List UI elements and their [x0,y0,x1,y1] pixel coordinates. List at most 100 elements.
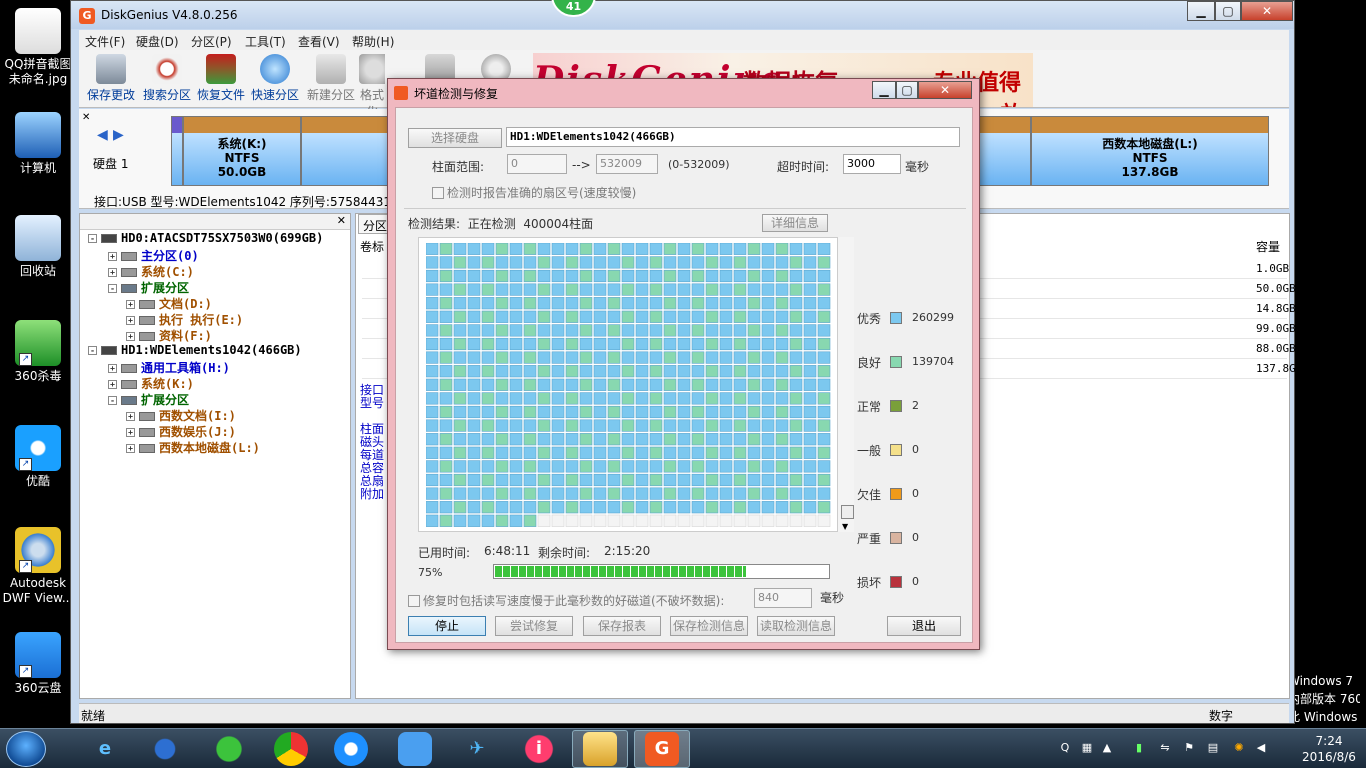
expand-icon[interactable]: + [126,444,135,453]
tree-node[interactable]: + 通用工具箱(H:) [108,359,230,376]
dialog-close-button[interactable]: ✕ [918,81,972,99]
arrow-right-icon[interactable]: ▶ [113,127,124,143]
load-info-button[interactable]: 读取检测信息 [757,616,835,636]
expand-icon[interactable]: + [108,380,117,389]
desktop-icon-4[interactable]: ↗ 优酷 [2,425,74,489]
dialog-maximize-button[interactable]: ▢ [896,81,918,99]
maximize-button[interactable]: ▢ [1215,1,1241,21]
start-button[interactable] [6,731,46,767]
collapse-icon[interactable]: - [108,284,117,293]
arrow-left-icon[interactable]: ◀ [97,127,108,143]
close-button[interactable]: ✕ [1241,1,1293,21]
tree-node[interactable]: - HD1:WDElements1042(466GB) [88,343,302,357]
tree-node[interactable]: + 系统(C:) [108,263,194,280]
tray-app-icon[interactable]: ✺ [1232,741,1246,755]
expand-icon[interactable]: + [126,412,135,421]
tray-usb-icon[interactable]: ⇋ [1158,741,1172,755]
expand-icon[interactable]: + [126,300,135,309]
tree-node[interactable]: + 系统(K:) [108,375,194,392]
desktop-icon-2[interactable]: 回收站 [2,215,74,279]
close-icon[interactable]: ✕ [82,112,90,123]
scroll-down-icon[interactable]: ▼ [842,522,848,531]
menu-view[interactable]: 查看(V) [298,33,340,50]
youku-icon[interactable] [334,732,368,766]
tray-icon-grid[interactable]: ▦ [1080,741,1094,755]
pink-app-icon[interactable]: i [522,732,556,766]
browser-360-icon[interactable] [148,732,182,766]
exit-button[interactable]: 退出 [887,616,961,636]
tray-volume-icon[interactable]: ◀ [1254,741,1268,755]
select-disk-button[interactable]: 选择硬盘 [408,128,502,148]
collapse-icon[interactable]: - [88,346,97,355]
expand-icon[interactable]: + [126,316,135,325]
report-sector-option[interactable]: 检测时报告准确的扇区号(速度较慢) [432,184,636,201]
chrome-icon[interactable] [274,732,308,766]
menu-tools[interactable]: 工具(T) [245,33,286,50]
title-bar[interactable]: G DiskGenius V4.8.0.256 ▁ ▢ ✕ [71,1,1294,29]
bird-icon[interactable]: ✈ [460,732,494,766]
new-partition-button[interactable]: 新建分区 [305,54,357,103]
minimize-button[interactable]: ▁ [1187,1,1215,21]
disk-segment-local[interactable]: 西数本地磁盘(L:) NTFS 137.8GB [1031,116,1269,186]
collapse-icon[interactable]: - [108,396,117,405]
report-sector-checkbox[interactable] [432,187,444,199]
tree-node[interactable]: + 资料(F:) [126,327,212,344]
cyl-to-input[interactable]: 532009 [596,154,658,174]
menu-help[interactable]: 帮助(H) [352,33,394,50]
menu-partition[interactable]: 分区(P) [191,33,232,50]
taskbar-diskgenius[interactable]: G [634,730,690,768]
tree-node[interactable]: + 西数本地磁盘(L:) [126,439,260,456]
menu-disk[interactable]: 硬盘(D) [136,33,179,50]
expand-icon[interactable]: + [126,428,135,437]
close-icon[interactable]: ✕ [337,214,346,227]
search-partition-button[interactable]: 搜索分区 [141,54,193,103]
tray-flag-icon[interactable]: ⚑ [1182,741,1196,755]
scrollbar-thumb[interactable] [841,505,854,519]
tree-node[interactable]: + 文档(D:) [126,295,212,312]
tray-icon-arrow[interactable]: ▲ [1100,741,1114,755]
cloud-icon[interactable] [398,732,432,766]
tree-node[interactable]: - HD0:ATACSDT75SX7503W0(699GB) [88,231,323,245]
save-report-button[interactable]: 保存报表 [583,616,661,636]
stop-button[interactable]: 停止 [408,616,486,636]
collapse-icon[interactable]: - [88,234,97,243]
expand-icon[interactable]: + [108,252,117,261]
save-info-button[interactable]: 保存检测信息 [670,616,748,636]
tree-node[interactable]: + 西数娱乐(J:) [126,423,236,440]
detail-button[interactable]: 详细信息 [762,214,828,232]
save-changes-button[interactable]: 保存更改 [85,54,137,103]
expand-icon[interactable]: + [108,364,117,373]
tray-icon-q[interactable]: Q [1058,741,1072,755]
grid-scrollbar[interactable]: ▼ [838,237,854,532]
disk-segment-small[interactable] [171,116,183,186]
tree-node[interactable]: + 西数文档(I:) [126,407,236,424]
cyl-from-input[interactable]: 0 [507,154,567,174]
repair-ms-input[interactable]: 840 [754,588,812,608]
update-icon[interactable] [212,732,246,766]
clock[interactable]: 7:24 2016/8/6 [1300,733,1358,765]
tree-node[interactable]: + 主分区(0) [108,247,199,264]
tree-node[interactable]: - 扩展分区 [108,391,189,408]
dialog-minimize-button[interactable]: ▁ [872,81,896,99]
tray-network-icon[interactable]: ▤ [1206,741,1220,755]
repair-option[interactable]: 修复时包括读写速度慢于此毫秒数的好磁道(不破坏数据): [408,592,724,609]
recover-files-button[interactable]: 恢复文件 [195,54,247,103]
taskbar-explorer[interactable] [572,730,628,768]
desktop-icon-1[interactable]: 计算机 [2,112,74,176]
quick-partition-button[interactable]: 快速分区 [249,54,301,103]
tree-node[interactable]: + 执行 执行(E:) [126,311,243,328]
tree-node[interactable]: - 扩展分区 [108,279,189,296]
ie-icon[interactable]: e [88,732,122,766]
disk-segment-system[interactable]: 系统(K:) NTFS 50.0GB [183,116,301,186]
menu-file[interactable]: 文件(F) [85,33,125,50]
timeout-input[interactable]: 3000 [843,154,901,174]
repair-checkbox[interactable] [408,595,420,607]
desktop-icon-3[interactable]: ↗ 360杀毒 [2,320,74,384]
try-repair-button[interactable]: 尝试修复 [495,616,573,636]
desktop-icon-5[interactable]: ↗ Autodesk DWF View... [2,527,74,606]
desktop-icon-0[interactable]: QQ拼音截图未命名.jpg [2,8,74,87]
expand-icon[interactable]: + [126,332,135,341]
tray-battery-icon[interactable]: ▮ [1132,741,1146,755]
expand-icon[interactable]: + [108,268,117,277]
desktop-icon-6[interactable]: ↗ 360云盘 [2,632,74,696]
